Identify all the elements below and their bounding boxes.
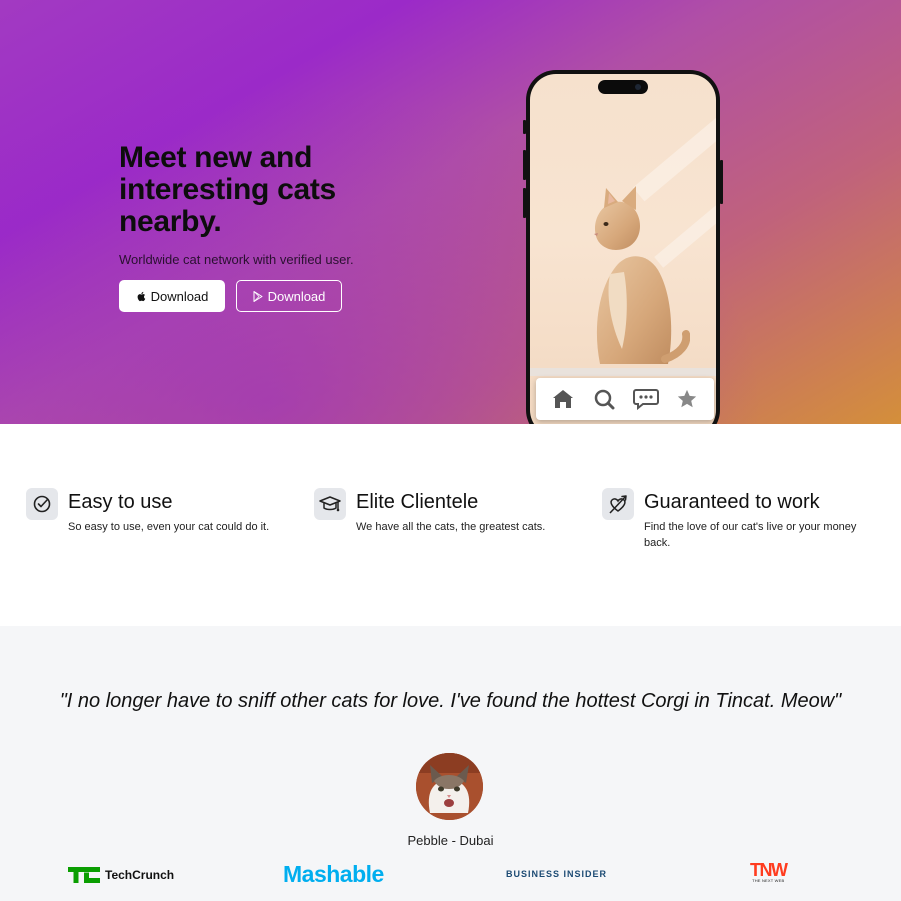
hero-section: Meet new and interesting cats nearby. Wo… <box>0 0 901 424</box>
window-sill <box>530 368 716 376</box>
apple-icon <box>137 291 145 301</box>
feature-elite-clientele: Elite Clientele We have all the cats, th… <box>314 488 584 535</box>
phone-side-button <box>523 120 526 134</box>
business-insider-logo: BUSINESS INSIDER <box>506 869 607 879</box>
phone-power-button <box>720 160 723 204</box>
press-logos: TechCrunch Mashable BUSINESS INSIDER TNW… <box>0 859 901 889</box>
techcrunch-logo: TechCrunch <box>68 867 174 883</box>
avatar <box>416 753 483 820</box>
feature-text: Easy to use So easy to use, even your ca… <box>68 488 269 535</box>
dynamic-island <box>598 80 648 94</box>
techcrunch-mark <box>68 867 100 883</box>
feature-text: Elite Clientele We have all the cats, th… <box>356 488 545 535</box>
phone-nav-bar <box>536 378 714 420</box>
check-circle-icon <box>26 488 58 520</box>
features-section: Easy to use So easy to use, even your ca… <box>0 424 901 626</box>
feature-guaranteed: Guaranteed to work Find the love of our … <box>602 488 872 551</box>
star-icon[interactable] <box>672 384 702 414</box>
feature-description: Find the love of our cat's live or your … <box>644 521 857 549</box>
feature-easy-to-use: Easy to use So easy to use, even your ca… <box>26 488 296 535</box>
play-store-download-button[interactable]: Download <box>236 280 342 312</box>
download-buttons: Download Download <box>119 280 419 312</box>
tnw-wordmark: TNW <box>750 860 788 880</box>
testimonial-quote: "I no longer have to sniff other cats fo… <box>59 690 842 712</box>
cat-photo <box>594 186 690 364</box>
mashable-wordmark: Mashable <box>283 861 384 887</box>
hero-title: Meet new and interesting cats nearby. <box>119 141 336 238</box>
heart-arrow-icon <box>602 488 634 520</box>
testimonial-author: Pebble - Dubai <box>407 833 494 848</box>
feature-title: Easy to use <box>68 491 173 513</box>
feature-description: We have all the cats, the greatest cats. <box>356 521 546 533</box>
mashable-logo: Mashable <box>283 861 384 888</box>
search-icon[interactable] <box>589 384 619 414</box>
tnw-logo: TNW THE NEXT WEB <box>750 860 788 883</box>
app-store-download-label: Download <box>150 288 209 304</box>
feature-description: So easy to use, even your cat could do i… <box>68 521 270 533</box>
graduation-cap-icon <box>314 488 346 520</box>
phone-mockup <box>523 70 723 424</box>
app-store-download-button[interactable]: Download <box>119 280 225 312</box>
play-store-icon <box>253 290 263 302</box>
hero-text-block: Meet new and interesting cats nearby. Wo… <box>119 142 419 312</box>
techcrunch-wordmark: TechCrunch <box>105 868 175 882</box>
feature-text: Guaranteed to work Find the love of our … <box>644 488 872 551</box>
home-icon[interactable] <box>548 384 578 414</box>
chat-icon[interactable] <box>631 384 661 414</box>
phone-volume-up <box>523 150 526 180</box>
business-insider-wordmark: BUSINESS INSIDER <box>506 869 608 879</box>
testimonial-section: "I no longer have to sniff other cats fo… <box>0 626 901 901</box>
hero-subtitle: Worldwide cat network with verified user… <box>119 252 354 267</box>
phone-volume-down <box>523 188 526 218</box>
phone-screen <box>530 74 716 424</box>
feature-title: Elite Clientele <box>356 491 479 513</box>
play-store-download-label: Download <box>267 288 326 304</box>
feature-title: Guaranteed to work <box>644 491 820 513</box>
tnw-subtitle: THE NEXT WEB <box>752 878 785 883</box>
